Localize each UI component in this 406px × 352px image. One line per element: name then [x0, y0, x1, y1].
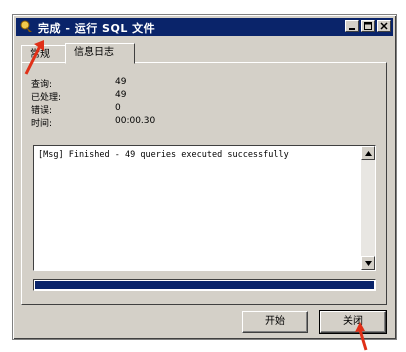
- app-icon: [20, 20, 32, 32]
- minimize-icon[interactable]: [345, 20, 359, 32]
- close-icon[interactable]: [377, 20, 391, 32]
- stat-time-value: 00:00.30: [115, 116, 156, 126]
- progress-bar-fill: [35, 281, 374, 289]
- stat-errors: 错误: 0: [31, 103, 171, 116]
- stat-time: 时间: 00:00.30: [31, 116, 171, 129]
- stat-queries-value: 49: [115, 77, 127, 87]
- tab-message-log[interactable]: 信息日志: [65, 43, 135, 64]
- scroll-up-icon[interactable]: [361, 146, 375, 160]
- scroll-down-icon[interactable]: [361, 256, 375, 270]
- maximize-icon[interactable]: [361, 20, 375, 32]
- progress-bar: [33, 279, 376, 291]
- stat-queries-label: 查询:: [31, 80, 53, 90]
- stat-time-label: 时间:: [31, 119, 53, 129]
- annotation-arrow-bottom: [355, 322, 368, 351]
- stat-processed-label: 已处理:: [31, 93, 62, 103]
- annotation-arrow-top: [24, 40, 44, 75]
- stat-processed: 已处理: 49: [31, 90, 171, 103]
- stat-queries: 查询: 49: [31, 77, 171, 90]
- window-title: 完成 - 运行 SQL 文件: [38, 22, 156, 35]
- tab-message-log-label: 信息日志: [74, 47, 114, 58]
- log-scrollbar[interactable]: [361, 146, 375, 270]
- log-line: [Msg] Finished - 49 queries executed suc…: [38, 150, 289, 160]
- log-textarea[interactable]: [Msg] Finished - 49 queries executed suc…: [33, 145, 376, 271]
- stat-processed-value: 49: [115, 90, 127, 100]
- stat-errors-value: 0: [115, 103, 121, 113]
- run-sql-file-dialog: 完成 - 运行 SQL 文件 常规 信息日志 查询: 49 已处理: 49 错误…: [12, 14, 397, 340]
- title-bar[interactable]: 完成 - 运行 SQL 文件: [16, 18, 393, 36]
- start-button[interactable]: 开始: [242, 311, 308, 333]
- stat-errors-label: 错误:: [31, 106, 53, 116]
